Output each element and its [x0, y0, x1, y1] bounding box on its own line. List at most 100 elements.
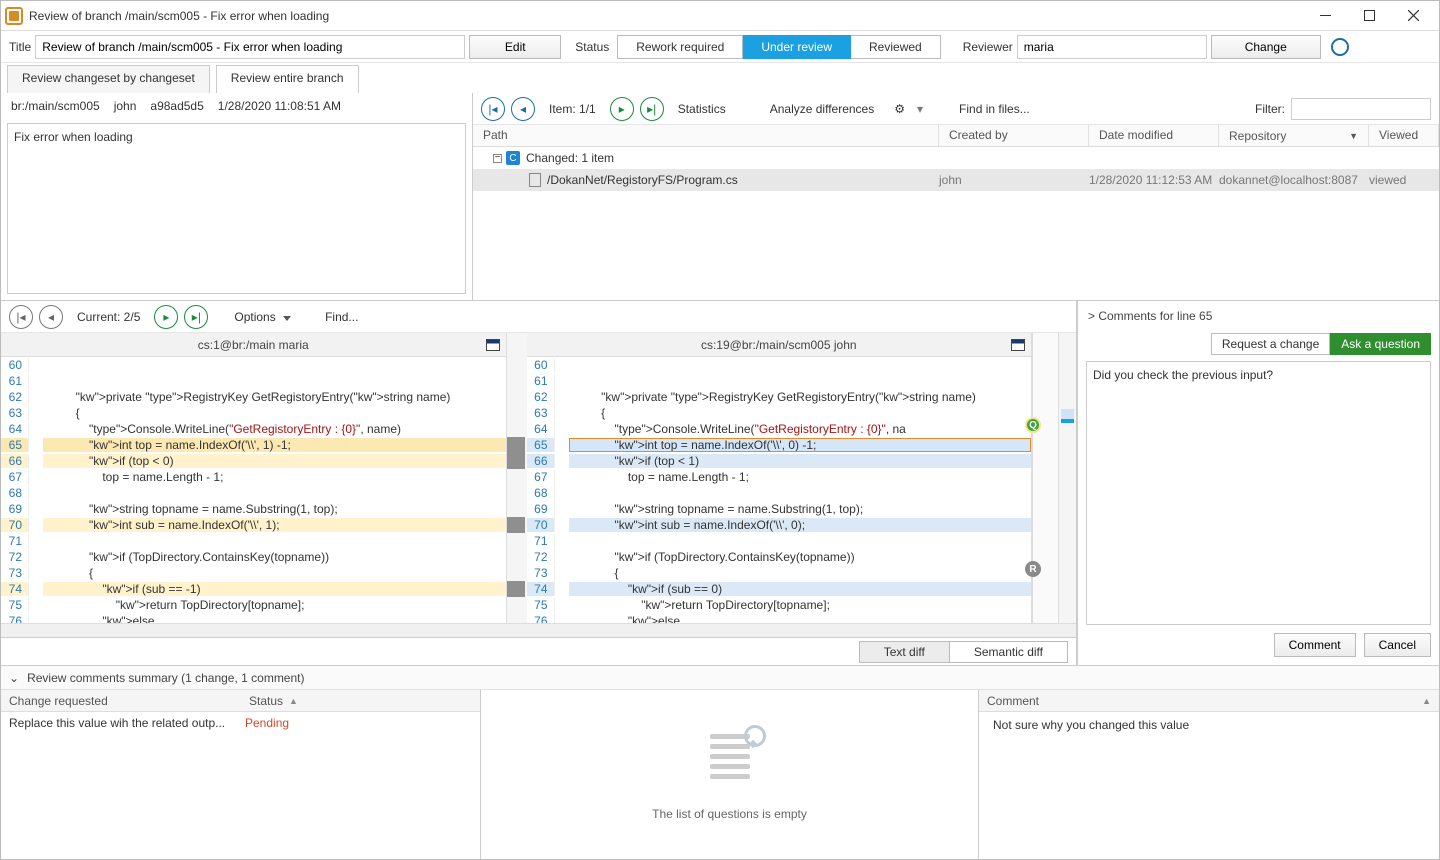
window-title: Review of branch /main/scm005 - Fix erro…	[29, 9, 329, 23]
changed-badge-icon: C	[506, 151, 520, 165]
empty-list-icon	[702, 729, 758, 799]
nav-first-icon[interactable]: |◂	[481, 97, 505, 121]
item-label: Item:	[549, 102, 576, 116]
maximize-pane-icon[interactable]	[486, 339, 500, 351]
globe-icon[interactable]	[1331, 38, 1349, 56]
files-panel: |◂ ◂ Item: 1/1 ▸ ▸| Statistics Analyze d…	[473, 93, 1439, 300]
file-path: /DokanNet/RegistoryFS/Program.cs	[547, 173, 939, 187]
diff-prev-icon[interactable]: ◂	[39, 305, 63, 329]
scrollbar[interactable]	[1058, 333, 1076, 623]
app-icon	[5, 7, 23, 25]
summary-header[interactable]: ⌄Review comments summary (1 change, 1 co…	[1, 666, 1439, 690]
title-input[interactable]	[35, 35, 465, 59]
item-count: 1/1	[579, 102, 596, 116]
diff-pane-right: cs:19@br:/main/scm005 john 606162 "kw">p…	[527, 333, 1033, 623]
pane-left-title: cs:1@br:/main maria	[198, 338, 309, 352]
changes-column: Change requested Status▲ Replace this va…	[1, 690, 481, 859]
text-diff-button[interactable]: Text diff	[859, 641, 950, 663]
edit-button[interactable]: Edit	[469, 35, 561, 59]
file-row[interactable]: /DokanNet/RegistoryFS/Program.cs john 1/…	[473, 169, 1439, 191]
commit-message: Fix error when loading	[7, 123, 466, 294]
comment-text: Not sure why you changed this value	[979, 712, 1439, 738]
status-header[interactable]: Status▲	[241, 690, 480, 712]
diff-pane-left: cs:1@br:/main maria 606162 "kw">private …	[1, 333, 507, 623]
change-row[interactable]: Replace this value wih the related outp.…	[1, 712, 480, 734]
file-viewed: viewed	[1369, 173, 1439, 187]
pane-right-title: cs:19@br:/main/scm005 john	[701, 338, 857, 352]
change-requested-header[interactable]: Change requested	[1, 690, 241, 712]
maximize-button[interactable]	[1347, 2, 1391, 30]
comment-col-header[interactable]: Comment▲	[979, 690, 1439, 712]
comments-panel: > Comments for line 65 Request a change …	[1077, 301, 1439, 665]
question-marker-icon[interactable]: Q	[1025, 417, 1041, 433]
tab-entire-branch[interactable]: Review entire branch	[216, 65, 359, 93]
branch-user: john	[114, 99, 137, 113]
code-right[interactable]: 606162 "kw">private "type">RegistryKey G…	[527, 357, 1032, 623]
file-date: 1/28/2020 11:12:53 AM	[1089, 173, 1219, 187]
nav-prev-icon[interactable]: ◂	[511, 97, 535, 121]
find-in-files-link[interactable]: Find in files...	[959, 102, 1030, 116]
file-created-by: john	[939, 173, 1089, 187]
status-reviewed[interactable]: Reviewed	[851, 35, 941, 59]
cancel-button[interactable]: Cancel	[1364, 633, 1431, 657]
file-repo: dokannet@localhost:8087	[1219, 173, 1369, 187]
branch-date: 1/28/2020 11:08:51 AM	[218, 99, 341, 113]
col-path[interactable]: Path	[473, 125, 939, 146]
status-label: Status	[575, 40, 609, 54]
diff-current: Current: 2/5	[77, 310, 140, 324]
file-list-header: Path Created by Date modified Repository…	[473, 125, 1439, 147]
minimap[interactable]: Q R	[1032, 333, 1058, 623]
change-text: Replace this value wih the related outp.…	[9, 716, 245, 730]
settings-icon[interactable]: ⚙	[894, 102, 905, 116]
nav-last-icon[interactable]: ▸|	[640, 97, 664, 121]
questions-column: The list of questions is empty	[481, 690, 979, 859]
status-under-review[interactable]: Under review	[743, 35, 851, 59]
branch-hash: a98ad5d5	[150, 99, 203, 113]
diff-last-icon[interactable]: ▸|	[184, 305, 208, 329]
comments-header: > Comments for line 65	[1078, 301, 1439, 331]
filter-input[interactable]	[1291, 98, 1431, 120]
dropdown-icon[interactable]: ▾	[917, 102, 923, 116]
changed-label: Changed: 1 item	[526, 151, 614, 165]
comment-textarea[interactable]: Did you check the previous input?	[1086, 361, 1431, 625]
reviewer-input[interactable]	[1017, 35, 1207, 59]
tab-changeset[interactable]: Review changeset by changeset	[7, 65, 210, 93]
col-viewed[interactable]: Viewed	[1369, 125, 1439, 146]
comment-column: Comment▲ Not sure why you changed this v…	[979, 690, 1439, 859]
find-link[interactable]: Find...	[325, 310, 358, 324]
collapse-icon[interactable]: −	[493, 154, 502, 163]
branch-path: br:/main/scm005	[11, 99, 100, 113]
status-rework[interactable]: Rework required	[617, 35, 743, 59]
chevron-down-icon	[283, 316, 291, 321]
maximize-pane-icon[interactable]	[1011, 339, 1025, 351]
title-label: Title	[9, 40, 31, 54]
change-button[interactable]: Change	[1211, 35, 1321, 59]
header-row: Title Edit Status Rework required Under …	[1, 31, 1439, 63]
changed-group[interactable]: − C Changed: 1 item	[473, 147, 1439, 169]
diff-next-icon[interactable]: ▸	[154, 305, 178, 329]
code-left[interactable]: 606162 "kw">private "type">RegistryKey G…	[1, 357, 506, 623]
semantic-diff-button[interactable]: Semantic diff	[950, 641, 1068, 663]
ask-question-button[interactable]: Ask a question	[1330, 333, 1431, 355]
statistics-link[interactable]: Statistics	[678, 102, 726, 116]
minimize-button[interactable]	[1303, 2, 1347, 30]
request-change-button[interactable]: Request a change	[1211, 333, 1330, 355]
nav-next-icon[interactable]: ▸	[610, 97, 634, 121]
review-mode-tabs: Review changeset by changeset Review ent…	[1, 63, 1439, 93]
col-repository[interactable]: Repository▼	[1219, 125, 1369, 146]
branch-info-panel: br:/main/scm005 john a98ad5d5 1/28/2020 …	[1, 93, 473, 300]
filter-label: Filter:	[1255, 102, 1285, 116]
col-date[interactable]: Date modified	[1089, 125, 1219, 146]
change-status: Pending	[245, 716, 289, 730]
comment-button[interactable]: Comment	[1274, 633, 1356, 657]
review-marker-icon[interactable]: R	[1025, 561, 1041, 577]
col-created-by[interactable]: Created by	[939, 125, 1089, 146]
file-icon	[529, 173, 541, 187]
diff-gutter-mid	[507, 333, 527, 623]
reviewer-label: Reviewer	[963, 40, 1013, 54]
options-dropdown[interactable]: Options	[234, 310, 291, 324]
horizontal-scrollbar[interactable]	[1, 623, 1076, 637]
close-button[interactable]	[1391, 2, 1435, 30]
diff-first-icon[interactable]: |◂	[9, 305, 33, 329]
analyze-link[interactable]: Analyze differences	[770, 102, 875, 116]
